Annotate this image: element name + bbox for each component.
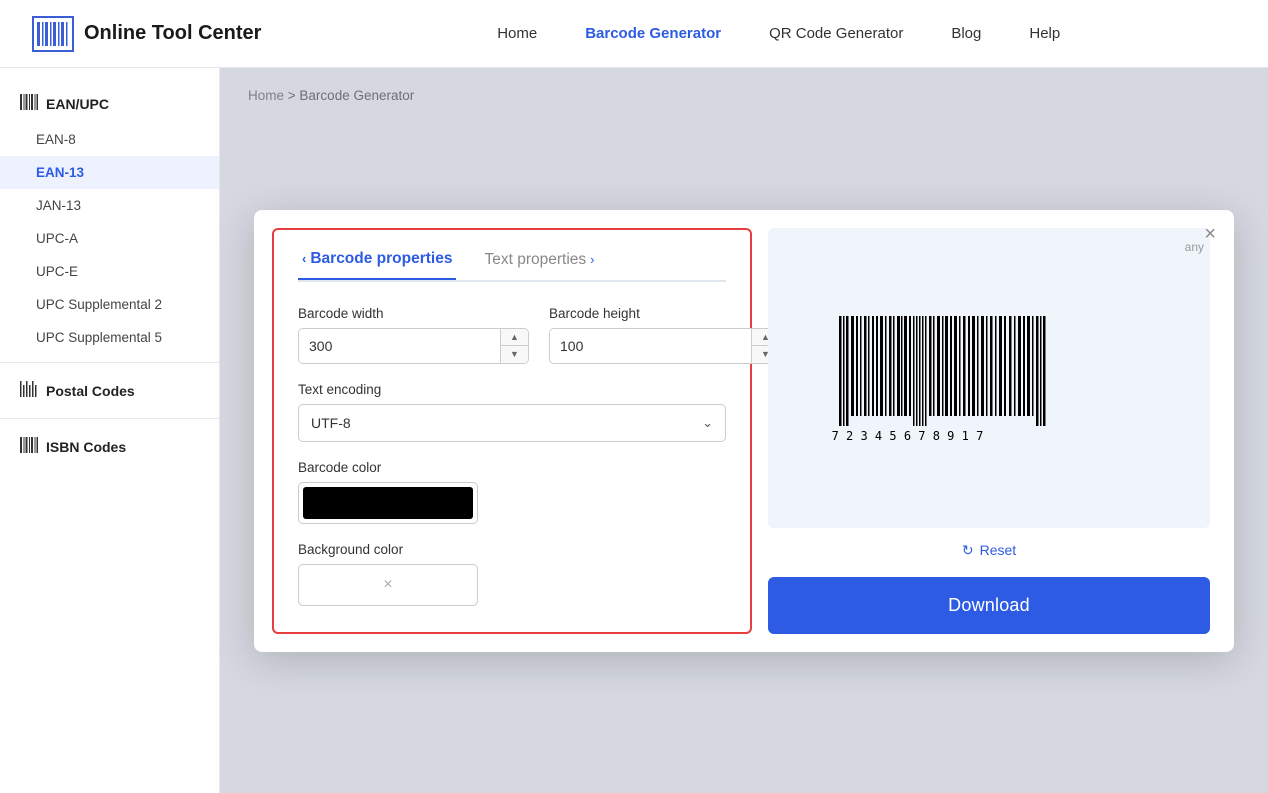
barcode-height-group: Barcode height ▲ ▼ xyxy=(549,306,780,364)
sidebar-section-ean-upc[interactable]: EAN/UPC xyxy=(0,84,219,123)
reset-label: Reset xyxy=(980,542,1017,558)
sidebar-section-isbn-label: ISBN Codes xyxy=(46,439,126,455)
nav-home[interactable]: Home xyxy=(497,25,537,42)
barcode-width-up[interactable]: ▲ xyxy=(501,329,528,347)
nav-help[interactable]: Help xyxy=(1029,25,1060,42)
nav-blog[interactable]: Blog xyxy=(951,25,981,42)
header: Online Tool Center Home Barcode Generato… xyxy=(0,0,1268,68)
modal: × ‹ Barcode properties Text properties xyxy=(254,210,1234,652)
sidebar-item-upca[interactable]: UPC-A xyxy=(0,222,219,255)
sidebar-item-jan13[interactable]: JAN-13 xyxy=(0,189,219,222)
barcode-color-group: Barcode color xyxy=(298,460,726,524)
download-button[interactable]: Download xyxy=(768,577,1210,634)
modal-body: ‹ Barcode properties Text properties › xyxy=(254,210,1234,652)
sidebar-item-ean13[interactable]: EAN-13 xyxy=(0,156,219,189)
logo-area: Online Tool Center xyxy=(32,16,261,52)
sidebar-section-ean-upc-label: EAN/UPC xyxy=(46,96,109,112)
modal-overlay: × ‹ Barcode properties Text properties xyxy=(220,68,1268,793)
panel-tabs: ‹ Barcode properties Text properties › xyxy=(298,250,726,282)
barcode-width-input[interactable] xyxy=(299,329,500,363)
tab-barcode-properties[interactable]: ‹ Barcode properties xyxy=(298,250,456,280)
properties-panel: ‹ Barcode properties Text properties › xyxy=(272,228,752,634)
sidebar-item-upc-sup5[interactable]: UPC Supplemental 5 xyxy=(0,321,219,354)
barcode-color-label: Barcode color xyxy=(298,460,726,475)
svg-text:9 7 7 2 3 4 5 6 7 8 9 1 7: 9 7 7 2 3 4 5 6 7 8 9 1 7 xyxy=(829,429,983,443)
barcode-icon xyxy=(20,94,38,113)
background-color-label: Background color xyxy=(298,542,726,557)
nav-barcode-generator[interactable]: Barcode Generator xyxy=(585,25,721,42)
barcode-preview-area: 9 7 7 2 3 4 5 6 7 8 9 1 7 any xyxy=(768,228,1210,528)
tab-text-properties[interactable]: Text properties › xyxy=(480,251,598,279)
sidebar: EAN/UPC EAN-8 EAN-13 JAN-13 UPC-A UPC-E … xyxy=(0,68,220,793)
content-area: Home > Barcode Generator × ‹ Barcode pro… xyxy=(220,68,1268,793)
barcode-width-label: Barcode width xyxy=(298,306,529,321)
barcode-width-group: Barcode width ▲ ▼ xyxy=(298,306,529,364)
barcode-height-input[interactable] xyxy=(550,329,751,363)
sidebar-section-isbn[interactable]: ISBN Codes xyxy=(0,427,219,466)
logo-text: Online Tool Center xyxy=(84,22,261,45)
tab-text-properties-label: Text properties xyxy=(484,251,586,269)
nav-qr-code[interactable]: QR Code Generator xyxy=(769,25,903,42)
right-chevron-icon: › xyxy=(590,252,594,267)
barcode-svg-wrapper: 9 7 7 2 3 4 5 6 7 8 9 1 7 xyxy=(829,308,1149,448)
postal-icon xyxy=(20,381,38,400)
main-nav: Home Barcode Generator QR Code Generator… xyxy=(321,25,1236,42)
sidebar-item-upce[interactable]: UPC-E xyxy=(0,255,219,288)
reset-icon: ↻ xyxy=(962,542,974,559)
reset-button[interactable]: ↻ Reset xyxy=(962,542,1016,559)
tab-barcode-properties-label: Barcode properties xyxy=(310,250,452,268)
isbn-icon xyxy=(20,437,38,456)
text-encoding-select[interactable]: UTF-8 ISO-8859-1 ASCII xyxy=(299,405,725,441)
clear-bg-icon[interactable]: × xyxy=(383,576,392,594)
any-hint: any xyxy=(1185,240,1204,254)
modal-close-button[interactable]: × xyxy=(1204,224,1216,244)
barcode-height-label: Barcode height xyxy=(549,306,780,321)
background-color-group: Background color × xyxy=(298,542,726,606)
sidebar-item-upc-sup2[interactable]: UPC Supplemental 2 xyxy=(0,288,219,321)
sidebar-section-postal[interactable]: Postal Codes xyxy=(0,371,219,410)
main-wrapper: EAN/UPC EAN-8 EAN-13 JAN-13 UPC-A UPC-E … xyxy=(0,68,1268,793)
text-encoding-label: Text encoding xyxy=(298,382,726,397)
background-color-swatch[interactable]: × xyxy=(298,564,478,606)
logo-icon xyxy=(32,16,74,52)
left-chevron-icon: ‹ xyxy=(302,251,306,266)
barcode-color-swatch[interactable] xyxy=(298,482,478,524)
text-encoding-group: Text encoding UTF-8 ISO-8859-1 ASCII ⌄ xyxy=(298,382,726,442)
barcode-width-down[interactable]: ▼ xyxy=(501,346,528,363)
preview-panel: 9 7 7 2 3 4 5 6 7 8 9 1 7 any ↻ Reset Do… xyxy=(752,210,1234,652)
sidebar-section-postal-label: Postal Codes xyxy=(46,383,135,399)
sidebar-item-ean8[interactable]: EAN-8 xyxy=(0,123,219,156)
barcode-svg: 9 7 7 2 3 4 5 6 7 8 9 1 7 xyxy=(829,308,1149,448)
